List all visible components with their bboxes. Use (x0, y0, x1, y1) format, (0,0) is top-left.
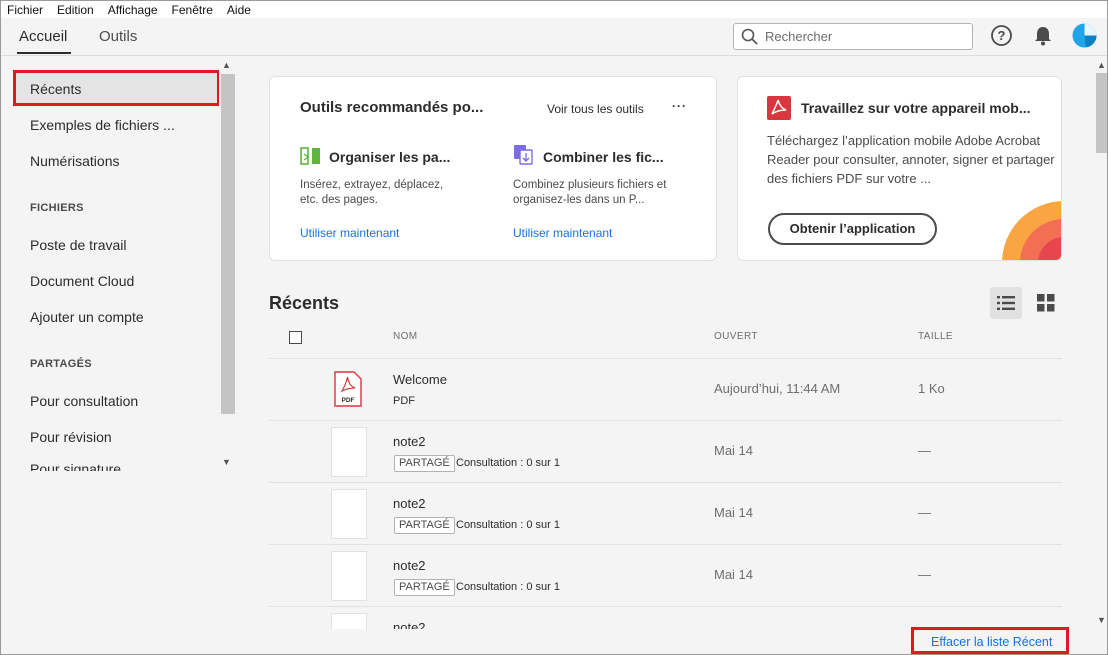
grid-view-button[interactable] (1030, 287, 1062, 319)
menu-edition[interactable]: Edition (57, 3, 94, 17)
sidebar-item-for-view[interactable]: Pour consultation (30, 393, 138, 409)
get-app-button[interactable]: Obtenir l’application (768, 213, 937, 245)
tools-card-title: Outils recommandés po... (300, 99, 484, 116)
sidebar-item-scans[interactable]: Numérisations (30, 153, 119, 169)
tool-organize-use-link[interactable]: Utiliser maintenant (300, 226, 399, 240)
recents-section-title: Récents (269, 293, 340, 313)
combine-files-icon (514, 145, 533, 165)
review-status: Consultation : 0 sur 1 (456, 519, 560, 531)
sidebar-item-workstation[interactable]: Poste de travail (30, 237, 127, 253)
organize-pages-icon (300, 147, 320, 165)
review-status: Consultation : 0 sur 1 (456, 581, 560, 593)
sidebar-item-for-review[interactable]: Pour révision (30, 429, 112, 445)
file-thumbnail (331, 489, 367, 539)
menu-bar: Fichier Edition Affichage Fenêtre Aide (1, 1, 1107, 18)
avatar[interactable] (1072, 23, 1097, 48)
main-scrollbar-thumb[interactable] (1096, 73, 1107, 153)
shared-badge: PARTAGÉ (394, 517, 455, 534)
file-opened: Mai 14 (714, 443, 754, 458)
review-status: Consultation : 0 sur 1 (456, 457, 560, 469)
see-all-tools-link[interactable]: Voir tous les outils (547, 102, 644, 116)
highlight-box-clear-link (911, 627, 1069, 654)
acrobat-logo-icon (767, 96, 791, 120)
pdf-icon-label: PDF (342, 397, 355, 404)
column-header-size[interactable]: TAILLE (918, 331, 953, 342)
tool-organize-name[interactable]: Organiser les pa... (329, 149, 450, 165)
menu-affichage[interactable]: Affichage (108, 3, 158, 17)
chevron-down-icon[interactable]: ▼ (1097, 615, 1106, 625)
sidebar (1, 57, 236, 654)
divider (269, 606, 1062, 607)
column-header-name[interactable]: NOM (393, 331, 418, 342)
search-icon (741, 28, 758, 45)
chevron-up-icon[interactable]: ▲ (222, 60, 231, 70)
sidebar-header-files: FICHIERS (30, 202, 84, 214)
file-name: note2 (393, 496, 426, 511)
recommended-tools-card: Outils recommandés po... Voir tous les o… (269, 76, 717, 261)
search-input[interactable] (765, 27, 965, 46)
notification-bell-icon[interactable] (1032, 24, 1054, 47)
grid-view-icon (1037, 294, 1055, 312)
menu-fichier[interactable]: Fichier (7, 3, 43, 17)
file-size: 1 Ko (918, 381, 945, 396)
file-name: note2 (393, 558, 426, 573)
mobile-card-text: Téléchargez l’application mobile Adobe A… (767, 133, 1055, 186)
tool-organize-desc: Insérez, extrayez, déplacez, etc. des pa… (300, 179, 444, 206)
tool-combine-name[interactable]: Combiner les fic... (543, 149, 664, 165)
help-icon[interactable]: ? (990, 24, 1013, 47)
divider (269, 358, 1062, 359)
file-size: — (918, 505, 931, 520)
tool-combine-use-link[interactable]: Utiliser maintenant (513, 226, 612, 240)
mobile-app-card: Travaillez sur votre appareil mob... Tél… (737, 76, 1062, 261)
file-name: Welcome (393, 372, 447, 387)
sidebar-item-document-cloud[interactable]: Document Cloud (30, 273, 134, 289)
tab-bar: Accueil Outils ? (1, 18, 1107, 56)
shared-badge: PARTAGÉ (394, 455, 455, 472)
sidebar-item-add-account[interactable]: Ajouter un compte (30, 309, 144, 325)
column-header-opened[interactable]: OUVERT (714, 331, 758, 342)
svg-text:?: ? (998, 28, 1006, 43)
sidebar-item-for-signature[interactable]: Pour signature (30, 463, 121, 471)
file-type: PDF (393, 395, 415, 407)
file-name: note2 (393, 434, 426, 449)
more-options-icon[interactable]: ··· (672, 99, 687, 113)
pdf-file-icon: PDF (334, 371, 362, 407)
file-thumbnail (331, 551, 367, 601)
mobile-card-title: Travaillez sur votre appareil mob... (801, 100, 1031, 116)
active-tab-indicator (17, 52, 71, 54)
list-view-icon (997, 296, 1015, 310)
file-thumbnail (331, 427, 367, 477)
divider (269, 544, 1062, 545)
file-opened: Mai 14 (714, 505, 754, 520)
list-view-button[interactable] (990, 287, 1022, 319)
file-size: — (918, 443, 931, 458)
sidebar-item-samples[interactable]: Exemples de fichiers ... (30, 117, 175, 133)
tab-accueil[interactable]: Accueil (19, 28, 67, 45)
file-opened: Aujourd’hui, 11:44 AM (714, 381, 841, 396)
menu-fenetre[interactable]: Fenêtre (172, 3, 213, 17)
decorative-arcs (1002, 201, 1061, 260)
menu-aide[interactable]: Aide (227, 3, 251, 17)
sidebar-scrollbar-thumb[interactable] (221, 74, 235, 414)
select-all-checkbox[interactable] (289, 331, 302, 344)
divider (269, 482, 1062, 483)
tab-outils[interactable]: Outils (99, 28, 137, 45)
shared-badge: PARTAGÉ (394, 579, 455, 596)
search-box[interactable] (733, 23, 973, 50)
chevron-down-icon[interactable]: ▼ (222, 457, 231, 467)
tool-combine-desc: Combinez plusieurs fichiers et organisez… (513, 179, 667, 206)
sidebar-header-shared: PARTAGÉS (30, 358, 92, 370)
acrobat-window: Fichier Edition Affichage Fenêtre Aide A… (0, 0, 1108, 655)
chevron-up-icon[interactable]: ▲ (1097, 60, 1106, 70)
sidebar-clip: Pour signature (1, 463, 219, 471)
file-size: — (918, 567, 931, 582)
file-opened: Mai 14 (714, 567, 754, 582)
highlight-box-recents (13, 70, 220, 106)
divider (269, 420, 1062, 421)
